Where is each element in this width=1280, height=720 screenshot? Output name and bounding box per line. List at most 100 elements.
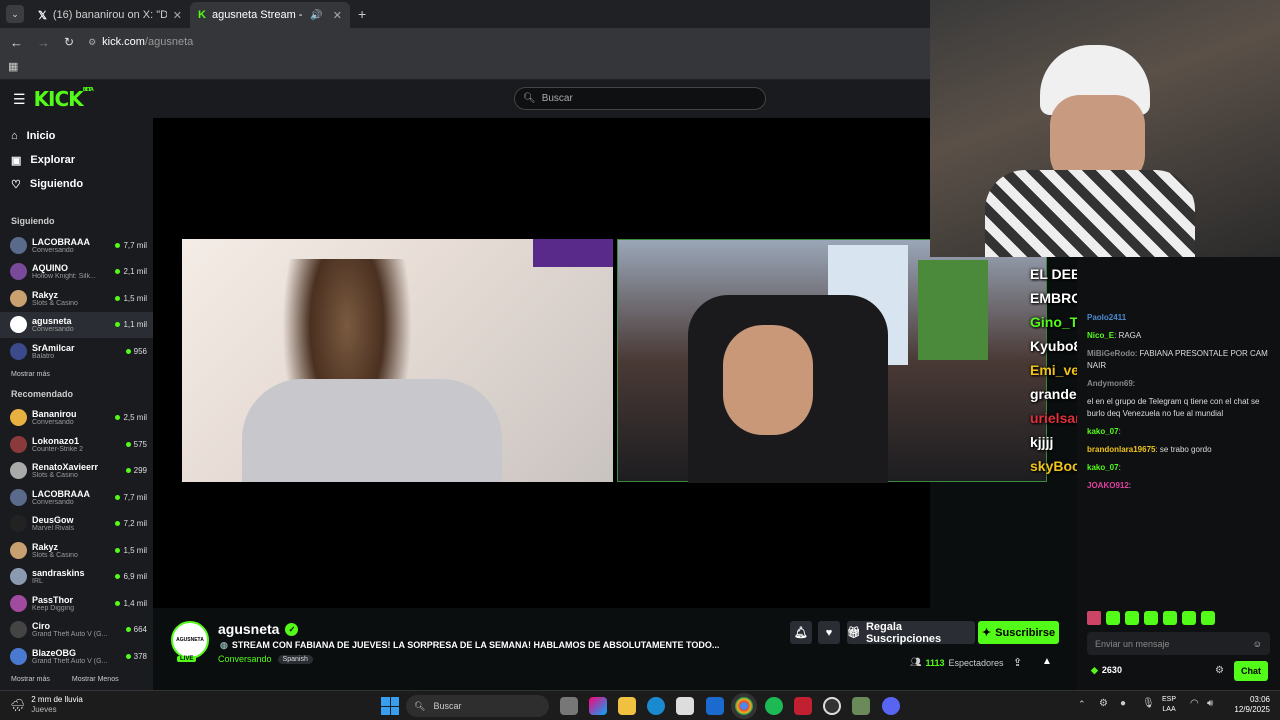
chat-username[interactable]: MiBiGeRodo bbox=[1087, 349, 1135, 358]
app-icon[interactable] bbox=[852, 697, 870, 715]
viewer-count: 6,9 mil bbox=[123, 572, 147, 582]
nav-siguiendo[interactable]: ♡ Siguiendo bbox=[0, 172, 153, 196]
nav-explorar[interactable]: ▣ Explorar bbox=[0, 148, 153, 172]
copilot-icon[interactable] bbox=[589, 697, 607, 715]
channel-name: PassThor bbox=[32, 594, 74, 605]
chat-username[interactable]: Paolo2411 bbox=[1087, 313, 1126, 322]
report-icon[interactable]: ▲ bbox=[1042, 656, 1052, 667]
emote-icon[interactable] bbox=[1201, 611, 1215, 625]
tab-x[interactable]: 𝕏 (16) bananirou on X: "DOMING ✕ bbox=[30, 2, 190, 28]
sidebar-channel[interactable]: sandraskins IRL 6,9 mil bbox=[0, 564, 153, 591]
emote-icon[interactable] bbox=[1163, 611, 1177, 625]
sidebar-channel[interactable]: SrAmilcar Balatro 956 bbox=[0, 338, 153, 365]
tab-kick[interactable]: K agusneta Stream - Watch L 🔊 ✕ bbox=[190, 2, 350, 28]
store-icon[interactable] bbox=[676, 697, 694, 715]
obs-icon[interactable] bbox=[823, 697, 841, 715]
sidebar-channel[interactable]: Ciro Grand Theft Auto V (G... 664 bbox=[0, 617, 153, 644]
emote-picker-icon[interactable]: ☺ bbox=[1253, 639, 1262, 649]
gift-subs-button[interactable]: 🎁︎ Regala Suscripciones bbox=[847, 621, 975, 645]
notification-bell-button[interactable]: 🔔︎ bbox=[790, 621, 812, 644]
search-box[interactable]: 🔍︎ Buscar bbox=[514, 87, 766, 110]
apps-grid-icon[interactable]: ▦ bbox=[8, 60, 18, 73]
menu-icon[interactable]: ☰ bbox=[13, 91, 26, 108]
reload-icon[interactable]: ↻ bbox=[64, 35, 74, 49]
subscribe-button[interactable]: ✦ Suscribirse bbox=[978, 621, 1059, 644]
volume-icon[interactable]: 🔊︎ bbox=[1207, 698, 1213, 709]
new-tab-button[interactable]: + bbox=[358, 6, 366, 22]
language-indicator[interactable]: ESP LAA bbox=[1162, 695, 1176, 715]
chat-username[interactable]: kako_07 bbox=[1087, 427, 1119, 436]
chat-username[interactable]: kako_07 bbox=[1087, 463, 1119, 472]
tray-chevron-icon[interactable]: ⌃ bbox=[1078, 699, 1086, 710]
sidebar-channel[interactable]: AQUINO Hollow Knight: Silk... 2,1 mil bbox=[0, 259, 153, 286]
taskbar-search[interactable]: 🔍︎ Buscar bbox=[406, 695, 549, 717]
emote-icon[interactable] bbox=[1087, 611, 1101, 625]
nav-label: Inicio bbox=[26, 130, 56, 142]
nav-inicio[interactable]: ⌂ Inicio bbox=[0, 124, 153, 148]
channel-avatar[interactable]: AGUSNETA bbox=[171, 621, 209, 659]
show-more-recommended[interactable]: Mostrar más bbox=[11, 676, 50, 683]
chat-username[interactable]: brandonlara19675 bbox=[1087, 445, 1155, 454]
sidebar-channel[interactable]: Rakyz Slots & Casino 1,5 mil bbox=[0, 285, 153, 312]
spotify-icon[interactable] bbox=[765, 697, 783, 715]
chat-settings-icon[interactable]: ⚙ bbox=[1215, 665, 1224, 676]
wifi-icon[interactable]: ◠ bbox=[1190, 698, 1199, 709]
close-tab-icon[interactable]: ✕ bbox=[333, 9, 342, 22]
task-view-icon[interactable] bbox=[560, 697, 578, 715]
share-icon[interactable]: ⇪ bbox=[1013, 656, 1022, 669]
microphone-icon[interactable]: 🎙︎ bbox=[1142, 698, 1155, 709]
close-tab-icon[interactable]: ✕ bbox=[173, 9, 182, 22]
show-less-recommended[interactable]: Mostrar Menos bbox=[72, 676, 119, 683]
sidebar-channel[interactable]: RenatoXavieerr Slots & Casino 299 bbox=[0, 458, 153, 485]
sidebar-channel[interactable]: DeusGow Marvel Rivals 7,2 mil bbox=[0, 511, 153, 538]
channel-text: BlazeOBG Grand Theft Auto V (G... bbox=[32, 648, 126, 665]
sidebar-channel[interactable]: Bananirou Conversando 2,5 mil bbox=[0, 405, 153, 432]
chat-username[interactable]: Andymon69 bbox=[1087, 379, 1133, 388]
tray-app-icon[interactable]: ⚙ bbox=[1099, 698, 1108, 709]
channel-name: sandraskins bbox=[32, 568, 85, 579]
clock[interactable]: 03:06 12/9/2025 bbox=[1222, 695, 1270, 715]
channel-category: Hollow Knight: Silk... bbox=[32, 273, 96, 281]
emote-icon[interactable] bbox=[1125, 611, 1139, 625]
emote-icon[interactable] bbox=[1106, 611, 1120, 625]
sidebar-channel[interactable]: Lokonazo1 Counter-Strike 2 575 bbox=[0, 431, 153, 458]
chat-text: : bbox=[1118, 463, 1121, 472]
url-field[interactable]: ⚙ kick.com/agusneta bbox=[88, 36, 193, 48]
chat-input[interactable]: Enviar un mensaje ☺ bbox=[1087, 632, 1270, 655]
windows-start-icon[interactable] bbox=[381, 697, 399, 715]
back-icon[interactable]: ← bbox=[10, 35, 23, 50]
language-tag[interactable]: Spanish bbox=[277, 654, 313, 664]
search-icon: 🔍︎ bbox=[414, 700, 426, 711]
channel-points[interactable]: ◆ 2630 bbox=[1091, 665, 1122, 676]
sidebar-channel[interactable]: Rakyz Slots & Casino 1,5 mil bbox=[0, 537, 153, 564]
emote-icon[interactable] bbox=[1144, 611, 1158, 625]
weather-widget[interactable]: 🌧︎ 2 mm de lluvia Jueves bbox=[10, 695, 83, 715]
outlook-icon[interactable] bbox=[706, 697, 724, 715]
emote-icon[interactable] bbox=[1182, 611, 1196, 625]
edge-icon[interactable] bbox=[647, 697, 665, 715]
file-explorer-icon[interactable] bbox=[618, 697, 636, 715]
kick-logo[interactable]: KICKBETA bbox=[34, 87, 94, 111]
forward-icon[interactable]: → bbox=[37, 35, 50, 50]
chrome-icon[interactable] bbox=[735, 697, 753, 715]
sidebar-channel[interactable]: LACOBRAAA Conversando 7,7 mil bbox=[0, 232, 153, 259]
discord-icon[interactable] bbox=[882, 697, 900, 715]
sidebar-channel[interactable]: agusneta Conversando 1,1 mil bbox=[0, 311, 153, 338]
search-placeholder: Buscar bbox=[541, 93, 573, 104]
chat-username[interactable]: JOAKO912 bbox=[1087, 481, 1129, 490]
show-more-following[interactable]: Mostrar más bbox=[0, 365, 153, 385]
chat-username[interactable]: Nico_E bbox=[1087, 331, 1114, 340]
channel-viewers: 6,9 mil bbox=[115, 572, 147, 581]
sidebar-channel[interactable]: LACOBRAAA Conversando 7,7 mil bbox=[0, 484, 153, 511]
channel-name[interactable]: agusneta bbox=[218, 621, 279, 637]
sidebar-channel[interactable]: BlazeOBG Grand Theft Auto V (G... 378 bbox=[0, 643, 153, 670]
site-info-icon[interactable]: ⚙ bbox=[88, 37, 96, 48]
chat-send-button[interactable]: Chat bbox=[1234, 661, 1268, 681]
stream-category[interactable]: Conversando bbox=[218, 654, 272, 664]
app-icon[interactable] bbox=[794, 697, 812, 715]
speaker-icon[interactable]: 🔊 bbox=[310, 10, 322, 21]
sidebar-channel[interactable]: PassThor Keep Digging 1,4 mil bbox=[0, 590, 153, 617]
follow-button[interactable]: ♥ bbox=[818, 621, 840, 644]
tray-app-icon[interactable]: ● bbox=[1120, 698, 1126, 709]
tab-list-button[interactable]: ⌄ bbox=[6, 5, 24, 23]
